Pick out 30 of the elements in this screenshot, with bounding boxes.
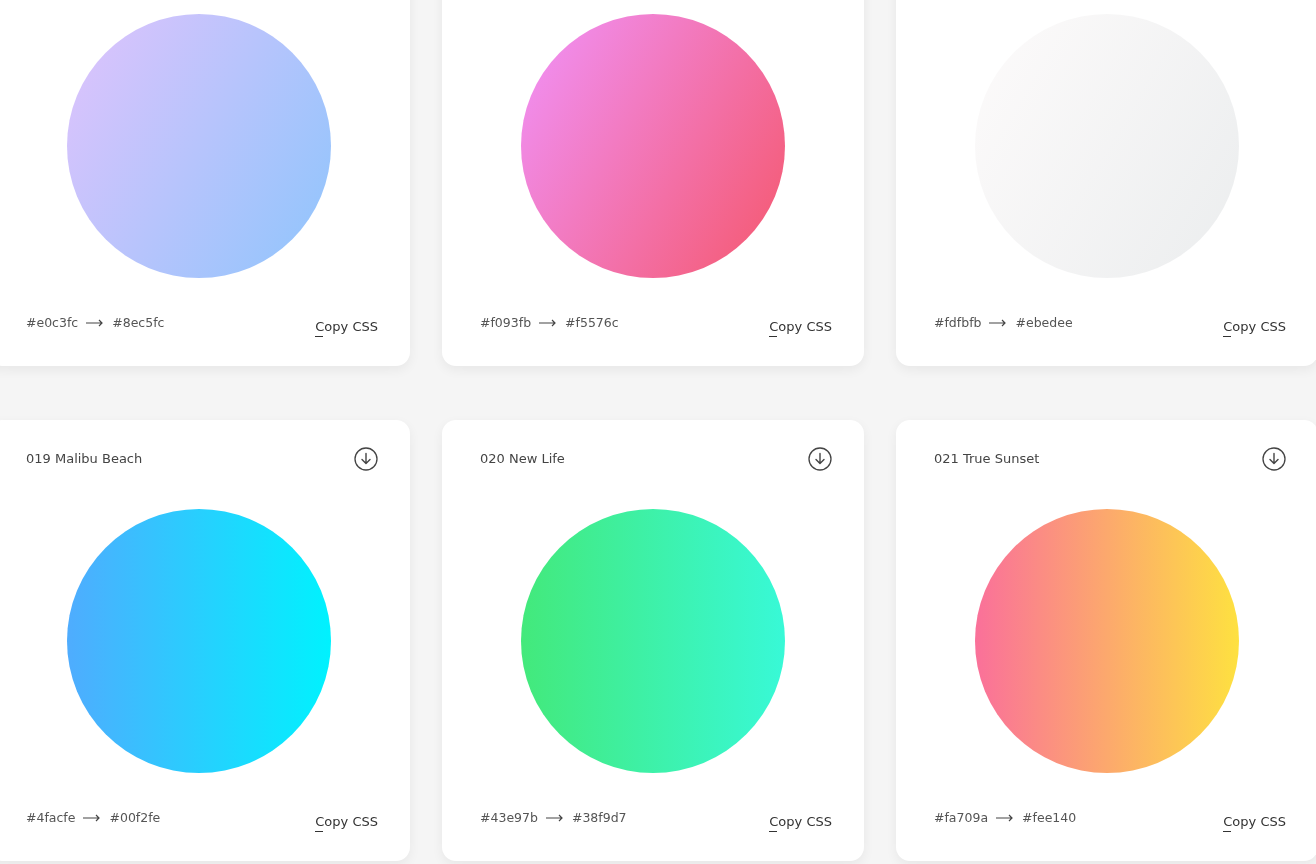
color-code: #f093fb bbox=[480, 314, 532, 332]
download-icon[interactable] bbox=[354, 447, 378, 471]
color-code: #ebedee bbox=[1015, 314, 1073, 332]
download-icon[interactable] bbox=[1262, 447, 1286, 471]
color-code: #8ec5fc bbox=[112, 314, 165, 332]
color-code: #4facfe bbox=[26, 809, 76, 827]
copy-css-link[interactable]: Copy CSS bbox=[1223, 318, 1286, 336]
copy-css-link[interactable]: Copy CSS bbox=[315, 318, 378, 336]
gradient-name: 021 True Sunset bbox=[934, 450, 1040, 468]
copy-css-link[interactable]: Copy CSS bbox=[769, 318, 832, 336]
gradient-name: 019 Malibu Beach bbox=[26, 450, 143, 468]
color-code: #fa709a bbox=[934, 809, 989, 827]
arrow-icon bbox=[86, 319, 105, 327]
arrow-icon bbox=[83, 814, 102, 822]
color-code: #fee140 bbox=[1022, 809, 1077, 827]
color-code: #e0c3fc bbox=[26, 314, 79, 332]
color-code: #f5576c bbox=[565, 314, 619, 332]
color-code: #38f9d7 bbox=[571, 809, 627, 827]
arrow-icon bbox=[989, 319, 1008, 327]
download-icon[interactable] bbox=[808, 447, 832, 471]
arrow-icon bbox=[539, 319, 558, 327]
copy-css-link[interactable]: Copy CSS bbox=[315, 813, 378, 831]
copy-css-link[interactable]: Copy CSS bbox=[1223, 813, 1286, 831]
arrow-icon bbox=[996, 814, 1015, 822]
gradient-name: 020 New Life bbox=[480, 450, 565, 468]
arrow-icon bbox=[545, 814, 564, 822]
color-code: #43e97b bbox=[480, 809, 538, 827]
copy-css-link[interactable]: Copy CSS bbox=[769, 813, 832, 831]
color-code: #fdfbfb bbox=[934, 314, 982, 332]
color-code: #00f2fe bbox=[109, 809, 161, 827]
